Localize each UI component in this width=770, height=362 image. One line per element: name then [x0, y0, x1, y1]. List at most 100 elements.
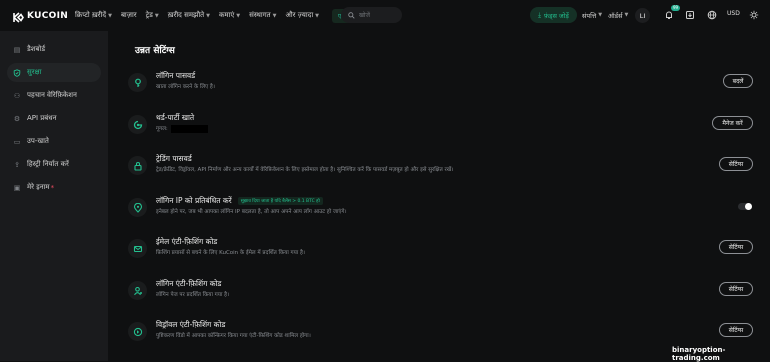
mail-icon — [128, 239, 147, 258]
download-icon: ⤓ — [538, 10, 541, 19]
api-icon: ⚙ — [13, 114, 21, 123]
change-button[interactable]: बदलें — [723, 74, 753, 88]
setting-title: ट्रेडिंग पासवर्ड — [156, 154, 192, 163]
nav-label: ट्रेड — [145, 11, 153, 19]
user-icon — [128, 281, 147, 300]
nav-label: कमाएं — [218, 11, 235, 19]
chevron-down-icon: ▼ — [108, 12, 112, 19]
settings-button[interactable]: सेटिंग्स — [719, 157, 753, 171]
hot-indicator: * — [50, 183, 55, 192]
toggle-knob — [745, 203, 752, 210]
page-title: उन्नत सेटिंग्स — [135, 46, 175, 56]
sidebar-item-export-history[interactable]: ⇪ हिस्ट्री निर्यात करें — [7, 155, 101, 174]
sidebar-item-label: हिस्ट्री निर्यात करें — [27, 160, 69, 168]
setting-title: विड्रॉवल एंटी-फ़िशिंग कोड — [156, 320, 226, 329]
sidebar-item-label: उप-खाते — [27, 137, 49, 145]
avatar[interactable]: LI — [635, 8, 650, 23]
deposit-button[interactable]: ⤓ फ़ंड्स जोड़ें — [530, 7, 577, 23]
main-content: उन्नत सेटिंग्स लॉगिन पासवर्ड खाता लॉगिन … — [108, 31, 770, 361]
sidebar-item-rewards[interactable]: ▣ मेरे इनाम * — [7, 178, 101, 197]
chevron-down-icon: ▼ — [624, 12, 629, 18]
brand-name: KUCOIN — [27, 10, 69, 21]
assets-menu[interactable]: संपत्ति ▼ — [582, 7, 602, 23]
setting-row-email-antiphishing: ईमेल एंटी-फ़िशिंग कोड फ़िशिंग प्रयासों स… — [128, 237, 756, 273]
gift-icon: ▣ — [13, 183, 21, 192]
sidebar-item-dashboard[interactable]: ▤ डैशबोर्ड — [7, 40, 101, 59]
setting-row-third-party: थर्ड-पार्टी खाते गूगल: मैनेज करें — [128, 113, 756, 149]
deposit-label: फ़ंड्स जोड़ें — [543, 11, 569, 20]
chevron-down-icon: ▼ — [272, 12, 277, 19]
recommend-tag: सुझाव दिया जाता है यदि बैलेंस > 0.1 BTC … — [237, 197, 323, 205]
globe-icon[interactable] — [706, 9, 718, 21]
setting-description: ट्रेड/क्रेडिट, विड्रॉवल, API निर्माण और … — [156, 167, 454, 173]
notification-badge: 99 — [671, 5, 681, 11]
shield-icon — [13, 68, 21, 77]
sidebar-item-label: सुरक्षा — [27, 68, 42, 76]
nav-more[interactable]: और ज़्यादा ▼ — [286, 11, 320, 20]
setting-row-login-password: लॉगिन पासवर्ड खाता लॉगिन करने के लिए है।… — [128, 71, 756, 107]
key-icon — [128, 73, 147, 92]
setting-description: गूगल: — [156, 124, 208, 133]
id-icon: ⚇ — [13, 91, 21, 100]
nav-trade[interactable]: ट्रेड ▼ — [146, 11, 159, 20]
nav-buy-crypto[interactable]: क्रिप्टो ख़रीदें ▼ — [75, 11, 112, 20]
setting-description: लॉगिन पेज पर प्रदर्शित किया गया है। — [156, 292, 230, 298]
assets-label: संपत्ति — [582, 11, 597, 20]
theme-toggle-icon[interactable] — [748, 9, 760, 21]
dashboard-icon: ▤ — [13, 45, 21, 54]
setting-title: लॉगिन पासवर्ड — [156, 71, 196, 80]
location-icon — [128, 198, 147, 217]
nav-earn[interactable]: कमाएं ▼ — [219, 11, 240, 20]
restrict-ip-toggle[interactable] — [738, 203, 752, 210]
setting-row-trading-password: ट्रेडिंग पासवर्ड ट्रेड/क्रेडिट, विड्रॉवल… — [128, 154, 756, 190]
sidebar-item-identity[interactable]: ⚇ पहचान वेरिफ़िकेशन — [7, 86, 101, 105]
main-nav: क्रिप्टो ख़रीदें ▼ बाज़ार ट्रेड ▼ ख़रीद सम… — [75, 8, 366, 23]
sidebar-item-security[interactable]: सुरक्षा — [7, 63, 101, 82]
settings-button[interactable]: सेटिंग्स — [719, 282, 753, 296]
setting-description: फ़िशिंग प्रयासों से बचने के लिए KuCoin क… — [156, 250, 305, 256]
nav-label: क्रिप्टो ख़रीदें — [75, 11, 107, 19]
chevron-down-icon: ▼ — [154, 12, 159, 19]
chevron-down-icon: ▼ — [315, 12, 320, 19]
chevron-down-icon: ▼ — [206, 12, 210, 19]
setting-title: थर्ड-पार्टी खाते — [156, 113, 195, 122]
download-app-icon[interactable] — [684, 9, 696, 21]
settings-button[interactable]: सेटिंग्स — [719, 240, 753, 254]
kucoin-logo-icon — [11, 9, 24, 23]
sidebar-item-api[interactable]: ⚙ API प्रबंधन — [7, 109, 101, 128]
orders-label: ऑर्डर्स — [608, 11, 623, 20]
search-icon — [348, 11, 355, 19]
setting-description: इनेबल होने पर, जब भी आपका लॉगिन IP बदलता… — [156, 209, 347, 215]
sidebar-item-sub-accounts[interactable]: ▭ उप-खाते — [7, 132, 101, 151]
google-label: गूगल: — [156, 126, 168, 132]
export-icon: ⇪ — [14, 160, 20, 169]
nav-label: ख़रीद समझौते — [167, 11, 205, 19]
setting-title: लॉगिन एंटी-फ़िशिंग कोड — [156, 279, 222, 288]
sub-account-icon: ▭ — [13, 137, 21, 146]
setting-row-login-antiphishing: लॉगिन एंटी-फ़िशिंग कोड लॉगिन पेज पर प्रद… — [128, 279, 756, 315]
nav-label: और ज़्यादा — [285, 11, 314, 19]
nav-label: संस्थागत — [249, 11, 271, 19]
setting-description: पुष्टिकरण विंडो में आपका कॉन्फ़िगर किया … — [156, 333, 311, 339]
nav-institutional[interactable]: संस्थागत ▼ — [249, 11, 276, 20]
kucoin-logo[interactable]: KUCOIN — [11, 9, 71, 23]
search-placeholder: खोजें — [359, 12, 370, 19]
setting-title: लॉगिन IP को प्रतिबंधित करें सुझाव दिया जा… — [156, 196, 323, 206]
search-input[interactable]: खोजें — [341, 7, 402, 23]
setting-row-withdrawal-antiphishing: विड्रॉवल एंटी-फ़िशिंग कोड पुष्टिकरण विंड… — [128, 320, 756, 356]
orders-menu[interactable]: ऑर्डर्स ▼ — [608, 7, 628, 23]
currency-selector[interactable]: USD — [727, 10, 740, 17]
setting-title-text: लॉगिन IP को प्रतिबंधित करें — [156, 196, 232, 205]
manage-button[interactable]: मैनेज करें — [712, 116, 753, 130]
nav-markets[interactable]: बाज़ार — [121, 11, 137, 20]
withdraw-icon — [128, 322, 147, 341]
setting-description: खाता लॉगिन करने के लिए है। — [156, 84, 215, 90]
settings-button[interactable]: सेटिंग्स — [719, 323, 753, 337]
nav-futures[interactable]: ख़रीद समझौते ▼ — [168, 11, 210, 20]
sidebar-item-label: पहचान वेरिफ़िकेशन — [27, 91, 77, 99]
sidebar-item-label: डैशबोर्ड — [27, 45, 46, 53]
sidebar: ▤ डैशबोर्ड सुरक्षा ⚇ पहचान वेरिफ़िकेशन ⚙… — [0, 31, 108, 361]
setting-title: ईमेल एंटी-फ़िशिंग कोड — [156, 237, 218, 246]
sidebar-item-label: API प्रबंधन — [27, 114, 57, 122]
nav-label: बाज़ार — [120, 11, 137, 19]
